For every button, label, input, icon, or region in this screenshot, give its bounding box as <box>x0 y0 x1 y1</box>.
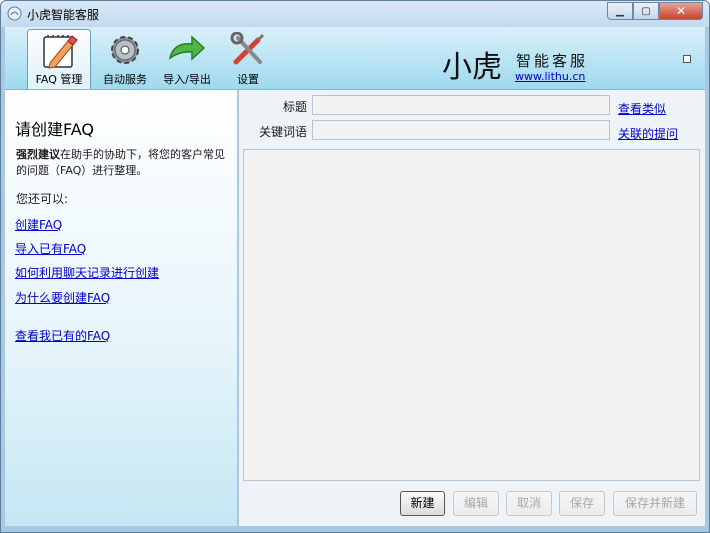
faq-content-textarea[interactable] <box>243 149 700 481</box>
tab-import-export-label: 导入/导出 <box>163 73 211 86</box>
left-panel: 请创建FAQ 强烈建议在助手的协助下，将您的客户常见的问题（FAQ）进行整理。 … <box>5 90 238 526</box>
chat-history-create-link[interactable]: 如何利用聊天记录进行创建 <box>15 264 159 281</box>
tab-settings-label: 设置 <box>237 73 259 86</box>
view-similar-link[interactable]: 查看类似 <box>618 100 666 117</box>
tab-auto-service-label: 自动服务 <box>103 73 147 86</box>
tab-faq-management[interactable]: FAQ 管理 <box>27 29 91 89</box>
related-questions-link[interactable]: 关联的提问 <box>618 125 678 142</box>
tab-import-export[interactable]: 导入/导出 <box>157 29 217 89</box>
also-can-label: 您还可以: <box>16 192 69 206</box>
keywords-label: 关键词语 <box>258 125 307 139</box>
close-icon: ✕ <box>675 4 687 18</box>
minimize-button[interactable]: ▁ <box>607 2 633 20</box>
faq-editor-panel: 标题 查看类似 关键词语 关联的提问 新建 编辑 取消 保存 保存并新建 <box>239 90 705 526</box>
green-arrow-icon <box>168 35 206 61</box>
save-and-new-button[interactable]: 保存并新建 <box>613 491 697 516</box>
faq-notebook-icon <box>43 35 78 69</box>
tab-auto-service[interactable]: 自动服务 <box>97 29 153 89</box>
create-faq-link[interactable]: 创建FAQ <box>15 216 62 233</box>
title-input[interactable] <box>312 95 610 115</box>
minimize-icon: ▁ <box>616 5 624 17</box>
tab-faq-management-label: FAQ 管理 <box>35 73 83 86</box>
title-bar: 小虎智能客服 ▁ ▢ ✕ <box>1 1 709 27</box>
brand-url-link[interactable]: www.lithu.cn <box>515 70 585 83</box>
left-panel-title: 请创建FAQ <box>15 120 94 139</box>
import-faq-link[interactable]: 导入已有FAQ <box>15 240 86 257</box>
edit-button[interactable]: 编辑 <box>453 491 499 516</box>
app-icon <box>7 6 22 21</box>
window-title: 小虎智能客服 <box>27 8 100 22</box>
app-window: 小虎智能客服 ▁ ▢ ✕ FAQ 管理 自动服务 导入/导出 设置 小虎 智能客… <box>0 0 710 533</box>
maximize-icon: ▢ <box>641 5 651 17</box>
view-my-faq-link[interactable]: 查看我已有的FAQ <box>15 327 110 344</box>
left-panel-description: 强烈建议在助手的协助下，将您的客户常见的问题（FAQ）进行整理。 <box>16 147 232 179</box>
tab-settings[interactable]: 设置 <box>223 29 273 89</box>
new-button[interactable]: 新建 <box>400 491 445 516</box>
keywords-input[interactable] <box>312 120 610 140</box>
description-emphasis: 强烈建议 <box>16 148 60 161</box>
toolbar: FAQ 管理 自动服务 导入/导出 设置 小虎 智能客服 www.lithu.c… <box>5 27 705 90</box>
title-label: 标题 <box>282 100 307 114</box>
tools-icon <box>230 32 265 65</box>
save-button[interactable]: 保存 <box>559 491 605 516</box>
gear-icon <box>111 36 139 64</box>
window-controls: ▁ ▢ ✕ <box>607 2 703 20</box>
why-create-faq-link[interactable]: 为什么要创建FAQ <box>15 289 110 306</box>
close-button[interactable]: ✕ <box>659 2 703 20</box>
corner-checkbox[interactable] <box>683 55 691 63</box>
brand-subtitle: 智能客服 <box>516 52 589 70</box>
maximize-button[interactable]: ▢ <box>633 2 659 20</box>
brand-name: 小虎 <box>442 50 502 85</box>
cancel-button[interactable]: 取消 <box>506 491 552 516</box>
